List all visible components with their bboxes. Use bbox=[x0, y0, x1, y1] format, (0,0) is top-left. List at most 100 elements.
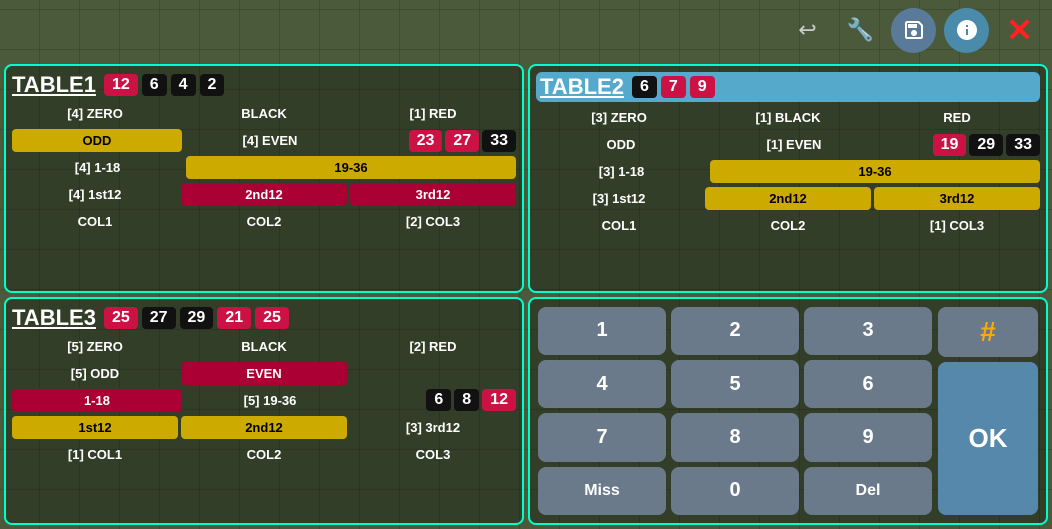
table3-1st12[interactable]: 1st12 bbox=[12, 416, 178, 439]
table1-red[interactable]: [1] RED bbox=[350, 102, 516, 125]
table2-n29: 29 bbox=[969, 134, 1003, 156]
hash-button[interactable]: # bbox=[938, 307, 1038, 358]
table2-zero[interactable]: [3] ZERO bbox=[536, 106, 702, 129]
table3-col3[interactable]: COL3 bbox=[350, 443, 516, 466]
numpad-panel: 1 2 3 4 5 6 7 8 9 Miss 0 Del # OK bbox=[528, 297, 1048, 526]
numpad-side: # OK bbox=[938, 307, 1038, 516]
settings-button[interactable]: 🔧 bbox=[838, 8, 883, 53]
save-button[interactable] bbox=[891, 8, 936, 53]
table2-2nd12[interactable]: 2nd12 bbox=[705, 187, 871, 210]
table1-odd[interactable]: ODD bbox=[12, 129, 182, 152]
table1-black[interactable]: BLACK bbox=[181, 102, 347, 125]
table3-nums-group: 6 8 12 bbox=[358, 389, 516, 411]
table3-num4: 21 bbox=[217, 307, 251, 329]
table2-row3: [3] 1-18 19-36 bbox=[536, 160, 1040, 183]
table2-num1: 6 bbox=[632, 76, 657, 98]
table3-row5: [1] COL1 COL2 COL3 bbox=[12, 443, 516, 466]
table3-1936[interactable]: [5] 19-36 bbox=[185, 389, 355, 412]
table2-red[interactable]: RED bbox=[874, 106, 1040, 129]
table3-2nd12[interactable]: 2nd12 bbox=[181, 416, 347, 439]
table3-zero[interactable]: [5] ZERO bbox=[12, 335, 178, 358]
table2-panel: TABLE2 6 7 9 [3] ZERO [1] BLACK RED ODD … bbox=[528, 64, 1048, 293]
table1-even[interactable]: [4] EVEN bbox=[185, 129, 355, 152]
key-8[interactable]: 8 bbox=[671, 413, 799, 461]
table2-row1: [3] ZERO [1] BLACK RED bbox=[536, 106, 1040, 129]
table1-2nd12[interactable]: 2nd12 bbox=[181, 183, 347, 206]
table3-row2: [5] ODD EVEN bbox=[12, 362, 516, 385]
table1-header: TABLE1 12 6 4 2 bbox=[12, 72, 516, 98]
info-button[interactable] bbox=[944, 8, 989, 53]
table2-n33: 33 bbox=[1006, 134, 1040, 156]
table3-title: TABLE3 bbox=[12, 305, 96, 331]
main-area: TABLE1 12 6 4 2 [4] ZERO BLACK [1] RED O… bbox=[0, 60, 1052, 529]
table2-row4: [3] 1st12 2nd12 3rd12 bbox=[536, 187, 1040, 210]
table2-1936[interactable]: 19-36 bbox=[710, 160, 1040, 183]
table3-row4: 1st12 2nd12 [3] 3rd12 bbox=[12, 416, 516, 439]
table3-red[interactable]: [2] RED bbox=[350, 335, 516, 358]
key-6[interactable]: 6 bbox=[804, 360, 932, 408]
table1-panel: TABLE1 12 6 4 2 [4] ZERO BLACK [1] RED O… bbox=[4, 64, 524, 293]
table3-num1: 25 bbox=[104, 307, 138, 329]
table1-1936[interactable]: 19-36 bbox=[186, 156, 516, 179]
table2-col2[interactable]: COL2 bbox=[705, 214, 871, 237]
table3-col2[interactable]: COL2 bbox=[181, 443, 347, 466]
table3-num5: 25 bbox=[255, 307, 289, 329]
key-1[interactable]: 1 bbox=[538, 307, 666, 355]
table3-3rd12[interactable]: [3] 3rd12 bbox=[350, 416, 516, 439]
table3-118[interactable]: 1-18 bbox=[12, 389, 182, 412]
key-7[interactable]: 7 bbox=[538, 413, 666, 461]
close-button[interactable]: ✕ bbox=[997, 8, 1042, 53]
table2-odd[interactable]: ODD bbox=[536, 133, 706, 156]
table3-n6: 6 bbox=[426, 389, 451, 411]
key-4[interactable]: 4 bbox=[538, 360, 666, 408]
table2-col3[interactable]: [1] COL3 bbox=[874, 214, 1040, 237]
table1-n27: 27 bbox=[445, 130, 479, 152]
table1-zero[interactable]: [4] ZERO bbox=[12, 102, 178, 125]
key-3[interactable]: 3 bbox=[804, 307, 932, 355]
table2-black[interactable]: [1] BLACK bbox=[705, 106, 871, 129]
ok-button[interactable]: OK bbox=[938, 362, 1038, 515]
table3-n8: 8 bbox=[454, 389, 479, 411]
table2-row5: COL1 COL2 [1] COL3 bbox=[536, 214, 1040, 237]
back-button[interactable]: ↩ bbox=[785, 8, 830, 53]
table3-row3: 1-18 [5] 19-36 6 8 12 bbox=[12, 389, 516, 412]
key-9[interactable]: 9 bbox=[804, 413, 932, 461]
table1-col2[interactable]: COL2 bbox=[181, 210, 347, 233]
table1-col3[interactable]: [2] COL3 bbox=[350, 210, 516, 233]
table1-1st12[interactable]: [4] 1st12 bbox=[12, 183, 178, 206]
table1-row2: ODD [4] EVEN 23 27 33 bbox=[12, 129, 516, 152]
key-del[interactable]: Del bbox=[804, 467, 932, 515]
key-0[interactable]: 0 bbox=[671, 467, 799, 515]
table3-black[interactable]: BLACK bbox=[181, 335, 347, 358]
key-miss[interactable]: Miss bbox=[538, 467, 666, 515]
table2-1st12[interactable]: [3] 1st12 bbox=[536, 187, 702, 210]
table1-3rd12[interactable]: 3rd12 bbox=[350, 183, 516, 206]
table3-row1: [5] ZERO BLACK [2] RED bbox=[12, 335, 516, 358]
key-2[interactable]: 2 bbox=[671, 307, 799, 355]
table3-odd[interactable]: [5] ODD bbox=[12, 362, 178, 385]
table1-num1: 12 bbox=[104, 74, 138, 96]
table2-nums-group: 19 29 33 bbox=[882, 134, 1040, 156]
table2-num2: 7 bbox=[661, 76, 686, 98]
table3-even[interactable]: EVEN bbox=[181, 362, 347, 385]
table1-n33: 33 bbox=[482, 130, 516, 152]
table2-even[interactable]: [1] EVEN bbox=[709, 133, 879, 156]
key-5[interactable]: 5 bbox=[671, 360, 799, 408]
table2-row2: ODD [1] EVEN 19 29 33 bbox=[536, 133, 1040, 156]
table1-num2: 6 bbox=[142, 74, 167, 96]
table2-118[interactable]: [3] 1-18 bbox=[536, 160, 707, 183]
table1-row1: [4] ZERO BLACK [1] RED bbox=[12, 102, 516, 125]
table3-empty2 bbox=[350, 369, 516, 377]
table3-col1[interactable]: [1] COL1 bbox=[12, 443, 178, 466]
table1-row4: [4] 1st12 2nd12 3rd12 bbox=[12, 183, 516, 206]
table2-col1[interactable]: COL1 bbox=[536, 214, 702, 237]
table1-title: TABLE1 bbox=[12, 72, 96, 98]
table2-title: TABLE2 bbox=[540, 74, 624, 100]
table1-118[interactable]: [4] 1-18 bbox=[12, 156, 183, 179]
table2-3rd12[interactable]: 3rd12 bbox=[874, 187, 1040, 210]
table1-col1[interactable]: COL1 bbox=[12, 210, 178, 233]
table3-n12: 12 bbox=[482, 389, 516, 411]
numpad-grid: 1 2 3 4 5 6 7 8 9 Miss 0 Del bbox=[538, 307, 932, 516]
table3-panel: TABLE3 25 27 29 21 25 [5] ZERO BLACK [2]… bbox=[4, 297, 524, 526]
table1-row3: [4] 1-18 19-36 bbox=[12, 156, 516, 179]
